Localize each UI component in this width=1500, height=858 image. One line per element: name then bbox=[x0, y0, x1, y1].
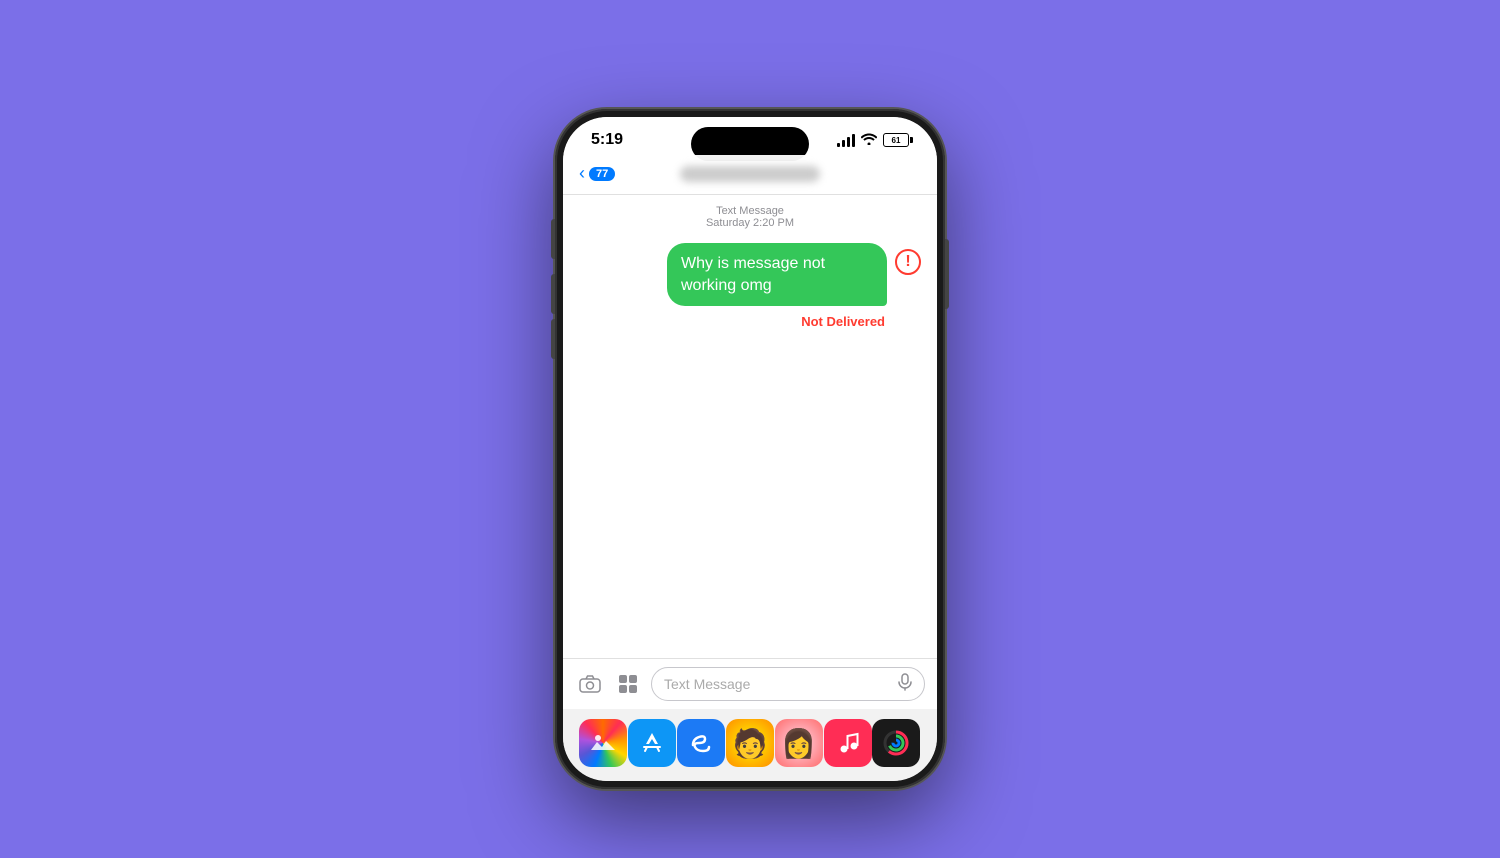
not-delivered-label: Not Delivered bbox=[579, 314, 921, 329]
phone-wrapper: 5:19 bbox=[555, 109, 945, 789]
mic-icon bbox=[898, 673, 912, 695]
page-background: 5:19 bbox=[0, 0, 1500, 858]
signal-bars bbox=[837, 134, 855, 147]
phone-screen: 5:19 bbox=[563, 117, 937, 781]
message-bubble-sent: Why is message not working omg bbox=[667, 243, 887, 306]
battery-icon: 61 bbox=[883, 133, 909, 147]
timestamp-label: Text Message Saturday 2:20 PM bbox=[579, 205, 921, 229]
error-icon[interactable]: ! bbox=[895, 249, 921, 275]
signal-bar-2 bbox=[842, 140, 845, 147]
messages-area: Text Message Saturday 2:20 PM Why is mes… bbox=[563, 195, 937, 658]
dock-bar: 🧑 👩 bbox=[563, 709, 937, 781]
status-icons: 61 bbox=[837, 133, 909, 148]
wifi-icon bbox=[861, 133, 877, 148]
dock-app-activity[interactable] bbox=[872, 719, 920, 767]
nav-bar: ‹ 77 bbox=[563, 155, 937, 195]
dock-app-photos[interactable] bbox=[579, 719, 627, 767]
dock-app-memoji1[interactable]: 🧑 bbox=[726, 719, 774, 767]
text-input-placeholder: Text Message bbox=[664, 676, 750, 692]
camera-button[interactable] bbox=[575, 669, 605, 699]
timestamp-main: Text Message bbox=[579, 205, 921, 217]
apps-button[interactable] bbox=[613, 669, 643, 699]
back-badge: 77 bbox=[589, 167, 615, 181]
timestamp-sub: Saturday 2:20 PM bbox=[579, 217, 921, 229]
status-bar: 5:19 bbox=[563, 117, 937, 155]
back-chevron-icon: ‹ bbox=[579, 163, 585, 184]
dock-app-memoji2[interactable]: 👩 bbox=[775, 719, 823, 767]
dock-app-appstore[interactable] bbox=[628, 719, 676, 767]
signal-bar-3 bbox=[847, 137, 850, 147]
dock-app-music[interactable] bbox=[824, 719, 872, 767]
text-input-field[interactable]: Text Message bbox=[651, 667, 925, 701]
message-row-sent: Why is message not working omg ! bbox=[579, 243, 921, 306]
back-button[interactable]: ‹ 77 bbox=[579, 163, 615, 184]
input-bar: Text Message bbox=[563, 658, 937, 709]
signal-bar-1 bbox=[837, 143, 840, 147]
signal-bar-4 bbox=[852, 134, 855, 147]
contact-name-blurred bbox=[680, 166, 820, 182]
dock-app-shazam[interactable] bbox=[677, 719, 725, 767]
status-time: 5:19 bbox=[591, 131, 623, 149]
